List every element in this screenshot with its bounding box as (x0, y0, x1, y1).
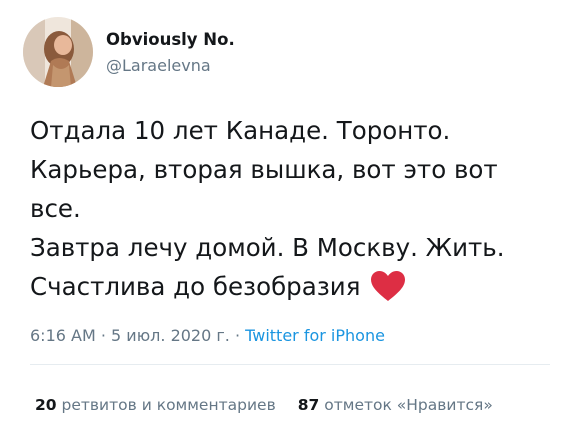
tweet-text-line: Отдала 10 лет Канаде. Торонто. (30, 116, 451, 145)
avatar-image (23, 17, 93, 87)
tweet-text-line: Карьера, вторая вышка, вот это вот (30, 155, 498, 184)
meta-separator: · (95, 326, 112, 345)
tweet-card: Obviously No. @Laraelevna Отдала 10 лет … (0, 0, 580, 435)
tweet-time[interactable]: 6:16 AM (30, 326, 96, 345)
tweet-stats: 20 ретвитов и комментариев 87 отметок «Нр… (35, 396, 515, 414)
likes-label: отметок «Нравится» (324, 396, 493, 414)
author-display-name[interactable]: Obviously No. (106, 30, 235, 49)
likes-stat[interactable]: 87 отметок «Нравится» (298, 396, 493, 414)
tweet-text: Отдала 10 лет Канаде. Торонто. Карьера, … (30, 111, 550, 313)
red-heart-icon (370, 270, 406, 313)
avatar[interactable] (23, 17, 93, 87)
retweets-label: ретвитов и комментариев (61, 396, 276, 414)
tweet-text-line: Счастлива до безобразия (30, 272, 361, 301)
author-handle[interactable]: @Laraelevna (106, 56, 211, 75)
divider (30, 364, 550, 365)
meta-separator: · (229, 326, 246, 345)
likes-count: 87 (297, 396, 320, 414)
tweet-text-line: Завтра лечу домой. В Москву. Жить. (30, 233, 505, 262)
retweets-stat[interactable]: 20 ретвитов и комментариев (35, 396, 276, 414)
tweet-source-link[interactable]: Twitter for iPhone (245, 326, 385, 345)
tweet-text-last-line: Счастлива до безобразия (30, 267, 550, 313)
tweet-date[interactable]: 5 июл. 2020 г. (111, 326, 230, 345)
retweets-count: 20 (35, 396, 57, 414)
tweet-meta: 6:16 AM · 5 июл. 2020 г. · Twitter for i… (30, 326, 385, 345)
tweet-text-line: все. (30, 194, 81, 223)
